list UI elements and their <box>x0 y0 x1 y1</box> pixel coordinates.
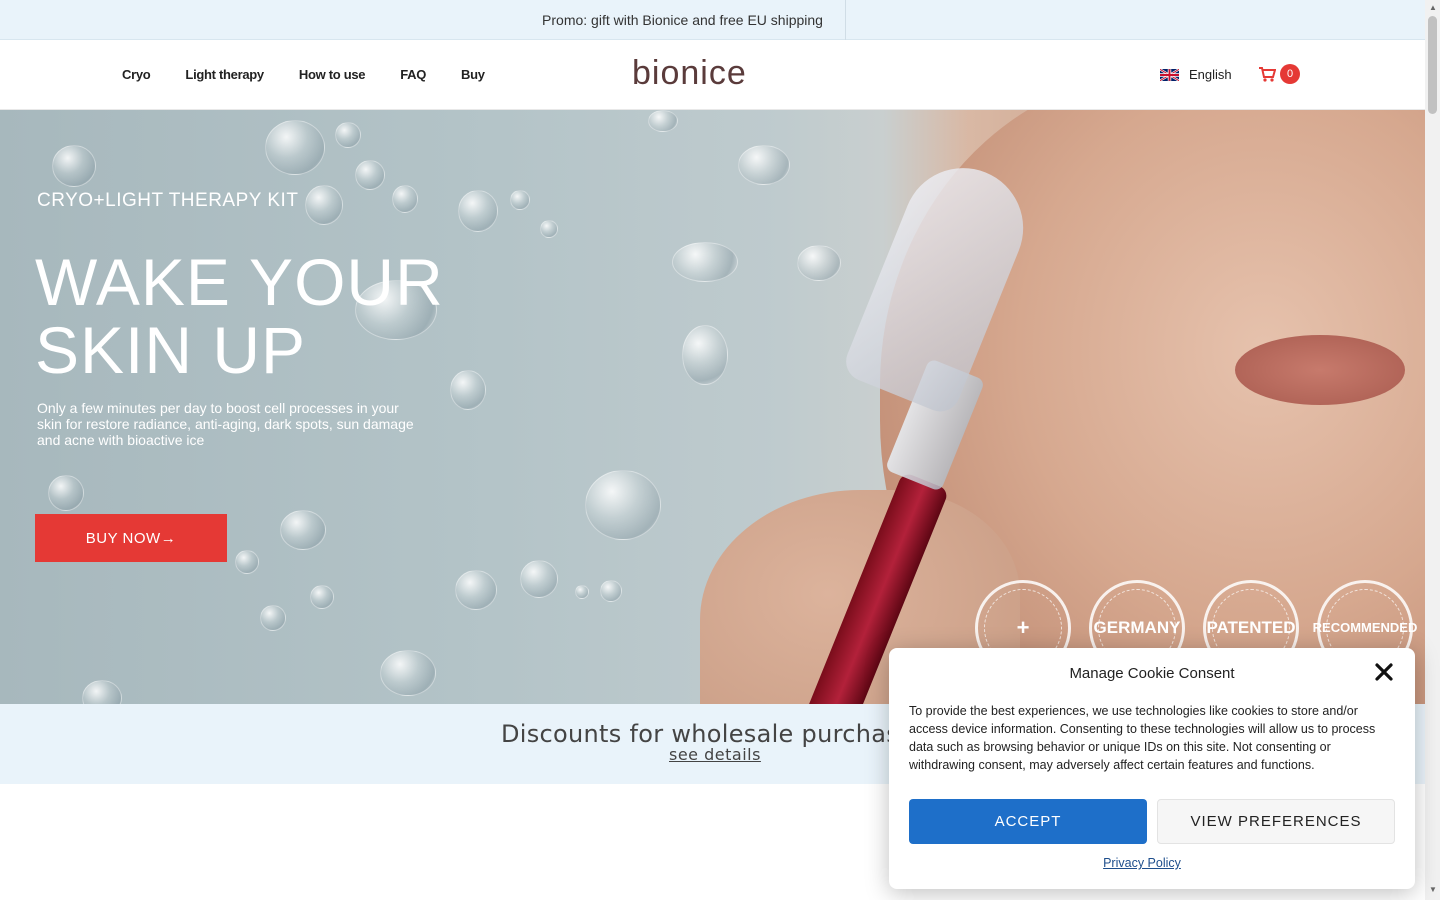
scroll-down-icon[interactable]: ▼ <box>1429 885 1437 894</box>
water-drop <box>540 220 558 238</box>
cart-icon <box>1259 66 1276 82</box>
site-header: Cryo Light therapy How to use FAQ Buy bi… <box>0 40 1425 110</box>
water-drop <box>392 185 418 213</box>
scroll-up-icon[interactable]: ▲ <box>1429 3 1437 12</box>
water-drop <box>520 560 558 598</box>
site-logo[interactable]: bionice <box>632 54 747 93</box>
discount-title: Discounts for wholesale purchas <box>501 720 900 748</box>
nav-buy[interactable]: Buy <box>461 67 485 82</box>
hero-title-line1: WAKE YOUR <box>35 245 444 319</box>
language-label: English <box>1189 67 1232 82</box>
water-drop <box>305 185 343 225</box>
hero-lips-image <box>1235 335 1405 405</box>
main-nav: Cryo Light therapy How to use FAQ Buy <box>122 67 520 82</box>
nav-light-therapy[interactable]: Light therapy <box>185 67 264 82</box>
cart-count-badge: 0 <box>1280 64 1300 84</box>
water-drop <box>600 580 622 602</box>
water-drop <box>510 190 530 210</box>
hero-banner: CRYO+LIGHT THERAPY KIT WAKE YOUR SKIN UP… <box>0 110 1425 704</box>
water-drop <box>380 650 436 696</box>
view-preferences-button[interactable]: VIEW PREFERENCES <box>1157 799 1395 844</box>
hero-title: WAKE YOUR SKIN UP <box>35 248 444 384</box>
cookie-consent-dialog: Manage Cookie Consent To provide the bes… <box>889 648 1415 889</box>
page-scrollbar[interactable]: ▲ ▼ <box>1425 0 1440 900</box>
promo-bar: Promo: gift with Bionice and free EU shi… <box>0 0 1425 40</box>
language-selector[interactable]: English <box>1160 67 1232 82</box>
close-icon[interactable] <box>1374 662 1396 684</box>
nav-cryo[interactable]: Cryo <box>122 67 151 82</box>
water-drop <box>575 585 589 599</box>
hero-title-line2: SKIN UP <box>35 313 307 387</box>
water-drop <box>455 570 497 610</box>
water-drop <box>310 585 334 609</box>
water-drop <box>265 120 325 175</box>
water-drop <box>672 242 738 282</box>
nav-how-to-use[interactable]: How to use <box>299 67 366 82</box>
water-drop <box>52 145 96 187</box>
water-drop <box>355 160 385 190</box>
hero-description: Only a few minutes per day to boost cell… <box>37 400 414 448</box>
water-drop <box>280 510 326 550</box>
cookie-title: Manage Cookie Consent <box>1069 665 1235 682</box>
privacy-policy-link[interactable]: Privacy Policy <box>889 856 1395 870</box>
uk-flag-icon <box>1160 68 1179 81</box>
see-details-link[interactable]: see details <box>669 745 761 764</box>
accept-button[interactable]: ACCEPT <box>909 799 1147 844</box>
water-drop <box>48 475 84 511</box>
promo-divider <box>845 0 846 40</box>
water-drop <box>235 550 259 574</box>
water-drop <box>458 190 498 232</box>
nav-faq[interactable]: FAQ <box>400 67 426 82</box>
cookie-body: To provide the best experiences, we use … <box>909 704 1376 772</box>
water-drop <box>585 470 661 540</box>
water-drop <box>797 245 841 281</box>
water-drop <box>260 605 286 631</box>
water-drop <box>682 325 728 385</box>
hero-subtitle: CRYO+LIGHT THERAPY KIT <box>37 190 299 211</box>
water-drop <box>738 145 790 185</box>
promo-text: Promo: gift with Bionice and free EU shi… <box>542 12 823 28</box>
scroll-thumb[interactable] <box>1428 16 1437 114</box>
water-drop <box>335 122 361 148</box>
buy-now-button[interactable]: BUY NOW→ <box>35 514 227 562</box>
water-drop <box>450 370 486 410</box>
cart-button[interactable]: 0 <box>1259 64 1300 84</box>
water-drop <box>648 110 678 132</box>
water-drop <box>82 680 122 704</box>
